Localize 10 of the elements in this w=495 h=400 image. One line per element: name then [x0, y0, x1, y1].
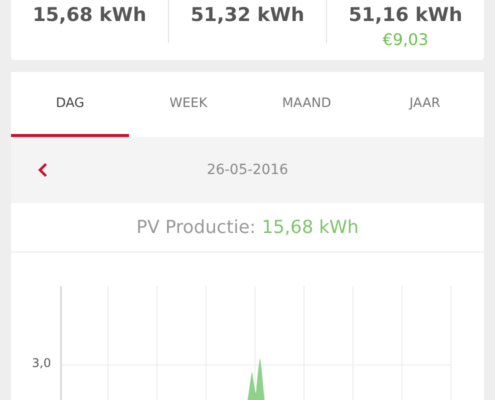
- cost-value: €9,03: [382, 30, 428, 49]
- period-tab[interactable]: DAG: [11, 72, 130, 137]
- energy-value: 51,32 kWh: [190, 3, 304, 27]
- energy-value: 15,68 kWh: [32, 3, 146, 27]
- y-axis-label: 3,0: [30, 355, 52, 372]
- back-chevron-icon[interactable]: [38, 163, 48, 177]
- production-value: 15,68 kWh: [262, 216, 359, 238]
- energy-value: 51,16 kWh: [348, 3, 462, 27]
- date-label: 26-05-2016: [206, 162, 288, 178]
- production-label: PV Productie:: [136, 216, 256, 238]
